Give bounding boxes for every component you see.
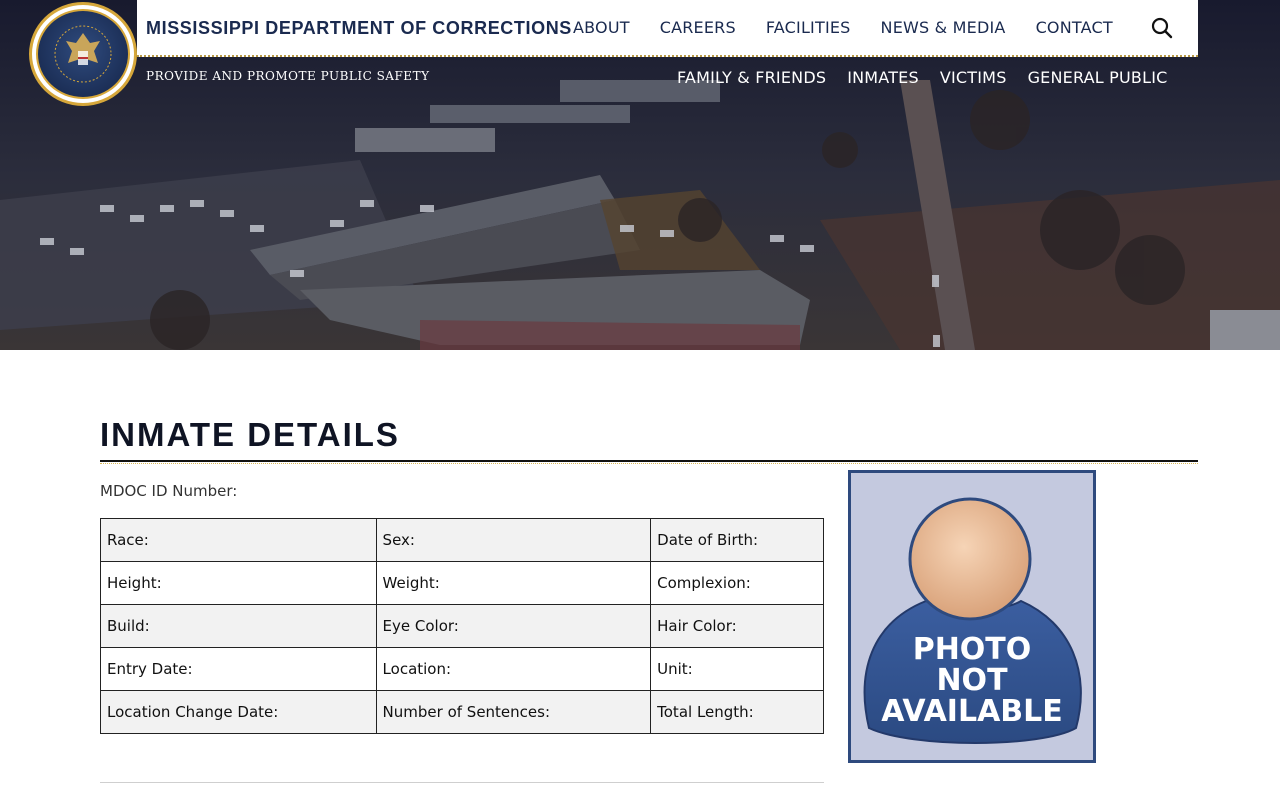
date-of-birth-cell: Date of Birth: [650, 518, 824, 562]
photo-line-1: PHOTO [913, 632, 1032, 667]
weight-cell: Weight: [375, 561, 652, 605]
table-row: Height: Weight: Complexion: [100, 561, 824, 605]
site-tagline: PROVIDE AND PROMOTE PUBLIC SAFETY [146, 69, 430, 83]
table-row: Race: Sex: Date of Birth: [100, 518, 824, 562]
page-title: INMATE DETAILS [100, 416, 400, 453]
entry-date-cell: Entry Date: [100, 647, 377, 691]
inmate-photo-placeholder: PHOTO NOT AVAILABLE [848, 470, 1096, 763]
nav-facilities[interactable]: FACILITIES [766, 18, 851, 37]
mdoc-seal-logo[interactable] [29, 2, 137, 106]
hair-color-cell: Hair Color: [650, 604, 824, 648]
search-icon[interactable] [1151, 17, 1173, 39]
site-brand-name[interactable]: MISSISSIPPI DEPARTMENT OF CORRECTIONS [146, 18, 572, 39]
eagle-icon [54, 25, 112, 83]
unit-cell: Unit: [650, 647, 824, 691]
eye-color-cell: Eye Color: [375, 604, 652, 648]
primary-nav: ABOUT CAREERS FACILITIES NEWS & MEDIA CO… [573, 18, 1143, 37]
location-change-date-cell: Location Change Date: [100, 690, 377, 734]
race-cell: Race: [100, 518, 377, 562]
content-divider [100, 782, 824, 783]
nav-contact[interactable]: CONTACT [1036, 18, 1113, 37]
total-length-cell: Total Length: [650, 690, 824, 734]
sex-cell: Sex: [375, 518, 652, 562]
secondary-nav: FAMILY & FRIENDS INMATES VICTIMS GENERAL… [677, 68, 1189, 87]
inmate-details-table: Race: Sex: Date of Birth: Height: Weight… [100, 518, 824, 734]
seal-emblem [36, 9, 130, 99]
table-row: Build: Eye Color: Hair Color: [100, 604, 824, 648]
top-navigation-bar: MISSISSIPPI DEPARTMENT OF CORRECTIONS AB… [137, 0, 1198, 57]
photo-line-2: NOT [936, 663, 1008, 698]
nav-victims[interactable]: VICTIMS [940, 68, 1007, 87]
nav-inmates[interactable]: INMATES [847, 68, 919, 87]
nav-careers[interactable]: CAREERS [660, 18, 736, 37]
table-row: Entry Date: Location: Unit: [100, 647, 824, 691]
person-placeholder-icon: PHOTO NOT AVAILABLE [863, 497, 1082, 744]
nav-news-media[interactable]: NEWS & MEDIA [881, 18, 1006, 37]
number-of-sentences-cell: Number of Sentences: [375, 690, 652, 734]
nav-family-friends[interactable]: FAMILY & FRIENDS [677, 68, 826, 87]
photo-line-3: AVAILABLE [881, 694, 1063, 729]
complexion-cell: Complexion: [650, 561, 824, 605]
title-divider-dotted [100, 463, 1198, 464]
nav-about[interactable]: ABOUT [573, 18, 630, 37]
mdoc-id-label: MDOC ID Number: [100, 482, 238, 500]
build-cell: Build: [100, 604, 377, 648]
nav-general-public[interactable]: GENERAL PUBLIC [1028, 68, 1168, 87]
title-divider [100, 460, 1198, 462]
table-row: Location Change Date: Number of Sentence… [100, 690, 824, 734]
height-cell: Height: [100, 561, 377, 605]
location-cell: Location: [375, 647, 652, 691]
